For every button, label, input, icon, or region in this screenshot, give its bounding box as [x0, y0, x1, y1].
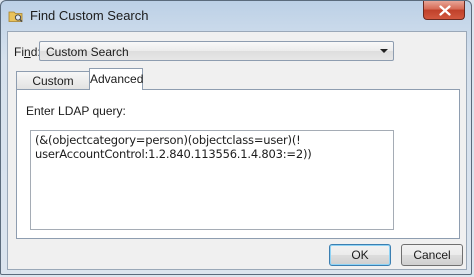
search-folder-icon	[8, 8, 24, 24]
find-custom-search-dialog: Find Custom Search Find: Custom Search C…	[0, 0, 472, 275]
ldap-query-textarea[interactable]: (&(objectcategory=person)(objectclass=us…	[30, 130, 394, 230]
title-bar[interactable]: Find Custom Search	[1, 1, 471, 31]
cancel-button[interactable]: Cancel	[401, 244, 463, 266]
dialog-body: Find: Custom Search Custom Search Advanc…	[7, 31, 467, 270]
chevron-down-icon	[380, 49, 388, 53]
advanced-tab-panel: Enter LDAP query: (&(objectcategory=pers…	[16, 89, 460, 239]
find-dropdown-value: Custom Search	[46, 45, 129, 59]
close-icon	[439, 5, 451, 16]
window-title: Find Custom Search	[30, 8, 149, 23]
ok-button[interactable]: OK	[329, 244, 391, 266]
close-button[interactable]	[423, 1, 465, 20]
tab-advanced[interactable]: Advanced	[89, 68, 143, 90]
find-label: Find:	[14, 45, 41, 59]
tab-custom-search[interactable]: Custom Search	[16, 71, 90, 102]
find-dropdown[interactable]: Custom Search	[39, 41, 394, 61]
ldap-query-label: Enter LDAP query:	[26, 104, 126, 118]
